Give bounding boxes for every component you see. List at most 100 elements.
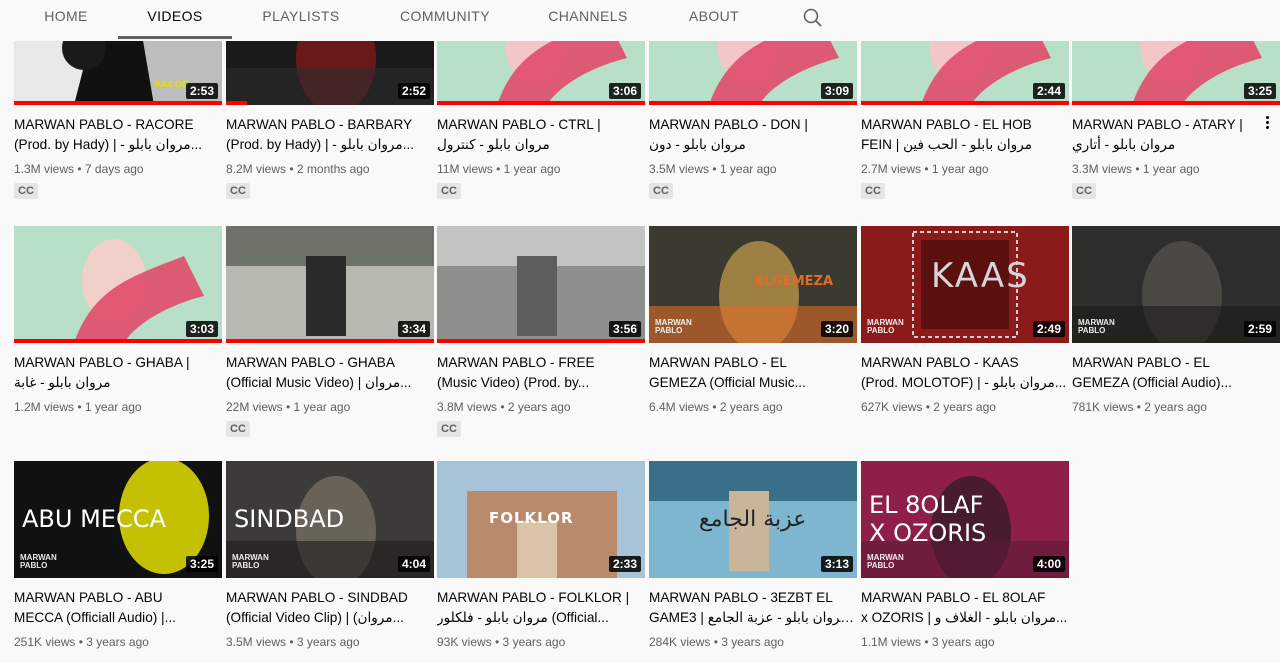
video-title-line: MARWAN PABLO - FREE [437, 355, 595, 370]
video-card[interactable]: عزبة الجامع 3:13 MARWAN PABLO - 3EZBT EL… [649, 461, 857, 649]
thumbnail-overlay-text: عزبة الجامع [699, 507, 807, 532]
video-thumbnail[interactable]: EL 8OLAF X OZORIS MARWAN PABLO 4:00 [861, 461, 1069, 578]
video-thumbnail[interactable]: عزبة الجامع 3:13 [649, 461, 857, 578]
video-title-line: MARWAN PABLO - GHABA [226, 355, 395, 370]
video-title-line: (Music Video) (Prod. by... [437, 375, 590, 390]
video-meta: 6.4M views • 2 years ago [649, 400, 783, 414]
video-title[interactable]: MARWAN PABLO - EL HOB FEIN | مروان بابلو… [861, 115, 1069, 155]
tab-home[interactable]: HOME [33, 0, 99, 41]
duration-badge: 4:00 [1032, 556, 1065, 572]
video-title[interactable]: MARWAN PABLO - GHABA | مروان بابلو - غاب… [14, 353, 222, 393]
video-title[interactable]: MARWAN PABLO - RACORE (Prod. by Hady) | … [14, 115, 222, 155]
video-title[interactable]: MARWAN PABLO - FOLKLOR | مروان بابلو - ف… [437, 588, 645, 628]
tab-videos[interactable]: VIDEOS [118, 0, 232, 41]
duration-badge: 4:04 [397, 556, 430, 572]
duration-badge: 3:09 [820, 83, 853, 99]
video-title[interactable]: MARWAN PABLO - EL GEMEZA (Official Audio… [1072, 353, 1280, 393]
video-title-line: MECCA (Officiall Audio) |... [14, 610, 176, 625]
duration-badge: 3:34 [397, 321, 430, 337]
video-card[interactable]: 3:34 MARWAN PABLO - GHABA (Official Musi… [226, 226, 434, 437]
duration-badge: 2:53 [185, 83, 218, 99]
video-card[interactable]: ABU MECCA MARWAN PABLO 3:25 MARWAN PABLO … [14, 461, 222, 649]
thumbnail-brand-text: MARWAN PABLO [655, 318, 692, 335]
video-meta: 93K views • 3 years ago [437, 635, 566, 649]
video-thumbnail[interactable]: SINDBAD MARWAN PABLO 4:04 [226, 461, 434, 578]
video-meta: 251K views • 3 years ago [14, 635, 149, 649]
video-title[interactable]: MARWAN PABLO - CTRL | مروان بابلو - كنتر… [437, 115, 645, 155]
video-meta: 8.2M views • 2 months ago [226, 162, 370, 176]
video-title-line: MARWAN PABLO - RACORE [14, 117, 194, 132]
video-thumbnail[interactable]: 3:56 [437, 226, 645, 343]
cc-badge: CC [437, 421, 461, 437]
video-title[interactable]: MARWAN PABLO - DON | مروان بابلو - دون [649, 115, 857, 155]
video-thumbnail[interactable]: 3:03 [14, 226, 222, 343]
video-title[interactable]: MARWAN PABLO - KAAS (Prod. MOLOTOF) | - … [861, 353, 1069, 393]
tab-community[interactable]: COMMUNITY [388, 0, 502, 41]
cc-badge: CC [1072, 183, 1096, 199]
video-thumbnail[interactable]: ELGEMEZA MARWAN PABLO 3:20 [649, 226, 857, 343]
video-title-line: GEMEZA (Official Audio)... [1072, 375, 1232, 390]
search-icon [803, 8, 822, 27]
video-meta: 1.2M views • 1 year ago [14, 400, 142, 414]
cc-badge: CC [649, 183, 673, 199]
thumbnail-overlay-text: SINDBAD [234, 505, 345, 533]
tab-about[interactable]: ABOUT [678, 0, 750, 41]
video-meta: 3.5M views • 1 year ago [649, 162, 777, 176]
video-thumbnail[interactable]: ABU MECCA MARWAN PABLO 3:25 [14, 461, 222, 578]
cc-badge: CC [226, 183, 250, 199]
video-thumbnail[interactable]: FOLKLOR 2:33 [437, 461, 645, 578]
video-thumbnail[interactable]: MARWAN PABLO 2:59 [1072, 226, 1280, 343]
video-card[interactable]: FOLKLOR 2:33 MARWAN PABLO - FOLKLOR | مر… [437, 461, 645, 649]
tab-playlists[interactable]: PLAYLISTS [251, 0, 351, 41]
video-title-line: مروان بابلو - كنترول [437, 137, 550, 152]
video-title-line: (Prod. by Hady) | - مروان بابلو... [226, 137, 415, 152]
video-card[interactable]: MARWAN PABLO 2:59 MARWAN PABLO - EL GEMEZ… [1072, 226, 1280, 414]
video-thumbnail[interactable]: KAAS MARWAN PABLO 2:49 [861, 226, 1069, 343]
cc-badge: CC [861, 183, 885, 199]
watch-progress [649, 101, 857, 105]
video-title[interactable]: MARWAN PABLO - BARBARY (Prod. by Hady) |… [226, 115, 434, 155]
video-title[interactable]: MARWAN PABLO - EL GEMEZA (Official Music… [649, 353, 857, 393]
video-title-line: MARWAN PABLO - KAAS [861, 355, 1019, 370]
video-card[interactable]: 3:56 MARWAN PABLO - FREE (Music Video) (… [437, 226, 645, 437]
video-meta: 3.5M views • 3 years ago [226, 635, 360, 649]
video-card[interactable]: KAAS MARWAN PABLO 2:49 MARWAN PABLO - KAA… [861, 226, 1069, 414]
video-card[interactable]: ELGEMEZA MARWAN PABLO 3:20 MARWAN PABLO -… [649, 226, 857, 414]
video-meta: 2.7M views • 1 year ago [861, 162, 989, 176]
thumbnail-overlay-text: ABU MECCA [22, 505, 166, 533]
video-title[interactable]: MARWAN PABLO - EL 8OLAF x OZORIS | مروان… [861, 588, 1069, 628]
video-title-line: MARWAN PABLO - FOLKLOR | [437, 590, 630, 605]
video-meta: 627K views • 2 years ago [861, 400, 996, 414]
watch-progress [437, 339, 645, 343]
video-thumbnail[interactable]: 3:34 [226, 226, 434, 343]
duration-badge: 3:20 [820, 321, 853, 337]
video-title[interactable]: MARWAN PABLO - 3EZBT EL GAME3 | مروان با… [649, 588, 857, 628]
video-title[interactable]: MARWAN PABLO - GHABA (Official Music Vid… [226, 353, 434, 393]
search-button[interactable] [801, 6, 825, 30]
tab-channels[interactable]: CHANNELS [538, 0, 638, 41]
video-card[interactable]: SINDBAD MARWAN PABLO 4:04 MARWAN PABLO - … [226, 461, 434, 649]
video-title-line: (Official Music Video) | مروان... [226, 375, 412, 390]
video-card[interactable]: EL 8OLAF X OZORIS MARWAN PABLO 4:00 MARWAN… [861, 461, 1069, 649]
thumbnail-overlay-text: EL 8OLAF X OZORIS [869, 491, 987, 547]
video-card[interactable]: 3:03 MARWAN PABLO - GHABA | مروان بابلو … [14, 226, 222, 414]
more-vert-icon[interactable] [1262, 114, 1272, 134]
video-title-line: MARWAN PABLO - ATARY | [1072, 117, 1243, 132]
video-title-line: MARWAN PABLO - SINDBAD [226, 590, 408, 605]
video-title-line: MARWAN PABLO - ABU [14, 590, 163, 605]
video-title[interactable]: MARWAN PABLO - ATARY | مروان بابلو - أتا… [1072, 115, 1280, 155]
video-title-line: MARWAN PABLO - EL 8OLAF [861, 590, 1046, 605]
channel-tabs: HOME VIDEOS PLAYLISTS COMMUNITY CHANNELS… [0, 0, 1280, 41]
cc-badge: CC [437, 183, 461, 199]
video-grid: RACOR 2:53 MARWAN PABLO - RACORE (Prod. … [0, 0, 1280, 663]
video-title-line: MARWAN PABLO - DON | [649, 117, 808, 132]
duration-badge: 3:56 [608, 321, 641, 337]
duration-badge: 3:06 [608, 83, 641, 99]
duration-badge: 2:59 [1243, 321, 1276, 337]
thumbnail-brand-text: MARWAN PABLO [232, 553, 269, 570]
video-title[interactable]: MARWAN PABLO - SINDBAD (Official Video C… [226, 588, 434, 628]
video-title[interactable]: MARWAN PABLO - FREE (Music Video) (Prod.… [437, 353, 645, 393]
watch-progress [226, 339, 434, 343]
video-title[interactable]: MARWAN PABLO - ABU MECCA (Officiall Audi… [14, 588, 222, 628]
video-meta: 781K views • 2 years ago [1072, 400, 1207, 414]
